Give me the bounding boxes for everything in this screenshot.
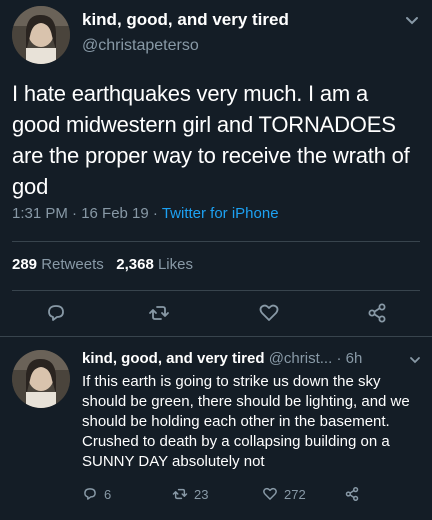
- divider: [12, 290, 420, 291]
- tweet-text: I hate earthquakes very much. I am a goo…: [12, 81, 410, 199]
- reply-like-button[interactable]: 272: [262, 486, 306, 502]
- chevron-down-icon[interactable]: [404, 12, 420, 28]
- reply-text: If this earth is going to strike us down…: [82, 373, 410, 470]
- share-icon[interactable]: [366, 302, 388, 324]
- share-icon: [345, 487, 359, 501]
- retweet-icon[interactable]: [148, 302, 170, 324]
- like-count: 272: [284, 486, 306, 502]
- tweet-time: 1:31 PM · 16 Feb 19 ·: [12, 205, 162, 222]
- reply-share-button[interactable]: [344, 486, 360, 502]
- likes-count[interactable]: 2,368: [116, 256, 154, 273]
- reply-reply-button[interactable]: 6: [82, 486, 111, 502]
- display-name[interactable]: kind, good, and very tired: [82, 10, 289, 30]
- retweets-count[interactable]: 289: [12, 256, 37, 273]
- like-icon: [263, 487, 277, 500]
- tweet-action-bar: [0, 296, 432, 330]
- reply-icon: [84, 488, 96, 500]
- tweet-source-link[interactable]: Twitter for iPhone: [162, 205, 279, 222]
- reply-time[interactable]: · 6h: [336, 350, 362, 367]
- tweet-meta: 1:31 PM · 16 Feb 19 · Twitter for iPhone: [12, 205, 279, 222]
- reply-handle[interactable]: @christ...: [269, 350, 333, 367]
- divider: [0, 336, 432, 337]
- reply-avatar[interactable]: [12, 350, 70, 408]
- reply-icon[interactable]: [45, 302, 67, 324]
- reply-retweet-button[interactable]: 23: [172, 486, 208, 502]
- retweets-label[interactable]: Retweets: [41, 256, 104, 273]
- retweet-icon: [172, 488, 188, 500]
- avatar[interactable]: [12, 6, 70, 64]
- divider: [12, 241, 420, 242]
- like-icon[interactable]: [258, 302, 280, 324]
- likes-label[interactable]: Likes: [158, 256, 193, 273]
- tweet-stats: 289 Retweets 2,368 Likes: [12, 256, 193, 273]
- reply-header: kind, good, and very tired @christ... · …: [82, 350, 412, 367]
- reply-count: 6: [104, 486, 112, 502]
- reply-action-bar: 6 23 272: [82, 486, 422, 508]
- retweet-count: 23: [194, 486, 209, 502]
- chevron-down-icon[interactable]: [408, 353, 422, 367]
- reply-display-name[interactable]: kind, good, and very tired: [82, 350, 265, 367]
- user-handle[interactable]: @christapeterso: [82, 37, 199, 55]
